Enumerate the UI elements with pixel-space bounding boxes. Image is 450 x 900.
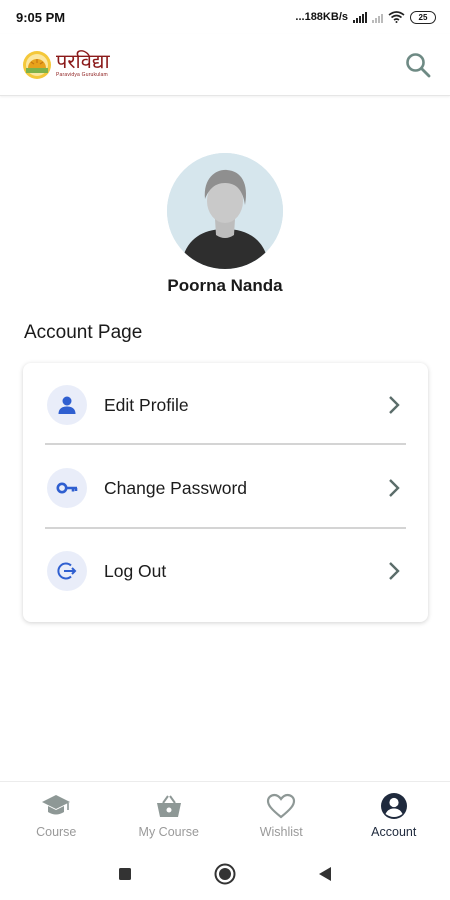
person-icon	[58, 396, 76, 414]
triangle-back-icon	[319, 867, 331, 881]
signal-icon	[353, 11, 367, 23]
menu-item-change-password[interactable]: Change Password	[23, 454, 428, 522]
search-icon	[406, 52, 431, 77]
app-bar: परविद्या Paravidya Gurukulam	[0, 34, 450, 96]
nav-label: My Course	[138, 824, 199, 839]
avatar-placeholder-icon	[167, 153, 283, 269]
graduation-cap-icon	[41, 791, 71, 821]
nav-label: Course	[36, 824, 77, 839]
status-time: 9:05 PM	[16, 9, 66, 25]
logo-subtitle: Paravidya Gurukulam	[56, 72, 108, 78]
status-indicators: ...188KB/s 25	[295, 10, 436, 24]
menu-item-label: Change Password	[104, 477, 247, 498]
recent-apps-button[interactable]	[110, 859, 140, 889]
nav-item-my-course[interactable]: My Course	[113, 782, 226, 847]
search-button[interactable]	[400, 47, 436, 83]
circle-icon	[214, 863, 236, 885]
app-logo[interactable]: परविद्या Paravidya Gurukulam	[22, 50, 110, 80]
nav-item-account[interactable]: Account	[338, 782, 450, 847]
user-name: Poorna Nanda	[167, 276, 283, 295]
battery-icon: 25	[410, 10, 436, 24]
logout-icon	[57, 562, 77, 580]
menu-divider	[45, 527, 406, 529]
battery-level: 25	[418, 12, 428, 22]
basket-icon	[154, 791, 184, 821]
logo-title: परविद्या	[56, 49, 110, 73]
home-button[interactable]	[210, 859, 240, 889]
person-icon-wrap	[47, 385, 87, 425]
status-bar: 9:05 PM ...188KB/s 25	[0, 0, 450, 34]
heart-icon	[266, 791, 296, 821]
signal-icon-2	[372, 12, 383, 23]
menu-item-log-out[interactable]: Log Out	[23, 537, 428, 605]
page-title: Account Page	[24, 322, 143, 343]
chevron-right-icon	[384, 561, 404, 581]
avatar	[167, 153, 283, 269]
chevron-right-icon	[384, 395, 404, 415]
key-icon	[56, 482, 78, 494]
chevron-right-icon	[384, 478, 404, 498]
logout-icon-wrap	[47, 551, 87, 591]
menu-item-label: Edit Profile	[104, 394, 189, 415]
wifi-icon	[388, 11, 405, 23]
nav-label: Wishlist	[259, 824, 303, 839]
square-icon	[119, 868, 131, 880]
sunrise-logo-icon	[23, 50, 51, 79]
key-icon-wrap	[47, 468, 87, 508]
menu-divider	[45, 443, 406, 445]
account-menu-card: Edit Profile Change Password Log Out	[23, 363, 428, 622]
back-button[interactable]	[310, 859, 340, 889]
nav-item-course[interactable]: Course	[0, 782, 113, 847]
system-navigation-bar	[0, 848, 450, 900]
menu-item-label: Log Out	[104, 560, 167, 581]
menu-item-edit-profile[interactable]: Edit Profile	[23, 371, 428, 439]
account-circle-icon	[379, 791, 409, 821]
nav-label: Account	[371, 824, 417, 839]
nav-item-wishlist[interactable]: Wishlist	[225, 782, 338, 847]
bottom-navigation: Course My Course Wishlist Account	[0, 781, 450, 847]
network-speed: ...188KB/s	[295, 11, 348, 23]
